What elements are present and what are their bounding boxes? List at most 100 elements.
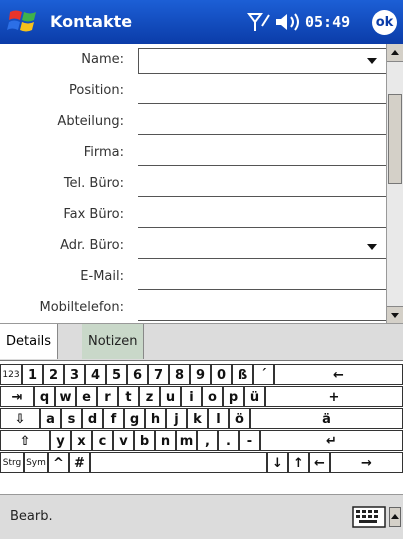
enter-key[interactable]: ↵ xyxy=(260,430,403,451)
key-sharp-s[interactable]: ß xyxy=(232,364,253,385)
key-w[interactable]: w xyxy=(55,386,76,407)
key-f[interactable]: f xyxy=(103,408,124,429)
tab-notes[interactable]: Notizen xyxy=(82,324,145,359)
key-j[interactable]: j xyxy=(166,408,187,429)
key-9[interactable]: 9 xyxy=(190,364,211,385)
shift-key[interactable]: ⇧ xyxy=(0,430,50,451)
key-k[interactable]: k xyxy=(187,408,208,429)
vertical-scrollbar[interactable] xyxy=(386,44,403,324)
scroll-thumb[interactable] xyxy=(388,94,402,184)
work-fax-field[interactable] xyxy=(138,203,389,228)
input-method-selector[interactable] xyxy=(389,507,401,527)
field-label: Fax Büro: xyxy=(63,207,124,222)
key-m[interactable]: m xyxy=(176,430,197,451)
key-period[interactable]: . xyxy=(218,430,239,451)
tab-key[interactable]: ⇥ xyxy=(0,386,34,407)
scroll-up-button[interactable] xyxy=(387,44,403,62)
key-n[interactable]: n xyxy=(155,430,176,451)
keyboard-row-2: ⇥ q w e r t z u i o p ü + xyxy=(0,386,403,408)
key-6[interactable]: 6 xyxy=(127,364,148,385)
key-plus[interactable]: + xyxy=(265,386,403,407)
key-o[interactable]: o xyxy=(202,386,223,407)
field-label: E-Mail: xyxy=(80,269,124,284)
key-z[interactable]: z xyxy=(139,386,160,407)
title-bar: Kontakte 05:49 ok xyxy=(0,0,403,44)
field-label: Tel. Büro: xyxy=(63,176,124,191)
key-7[interactable]: 7 xyxy=(148,364,169,385)
key-hash[interactable]: # xyxy=(69,452,90,473)
start-menu-button[interactable] xyxy=(6,6,42,38)
key-s[interactable]: s xyxy=(61,408,82,429)
space-key[interactable] xyxy=(90,452,267,473)
symbol-key[interactable]: Sym xyxy=(24,452,48,473)
key-h[interactable]: h xyxy=(145,408,166,429)
key-comma[interactable]: , xyxy=(197,430,218,451)
key-r[interactable]: r xyxy=(97,386,118,407)
key-o-umlaut[interactable]: ö xyxy=(229,408,250,429)
key-l[interactable]: l xyxy=(208,408,229,429)
field-label: Name: xyxy=(81,52,124,67)
clock[interactable]: 05:49 xyxy=(305,0,350,44)
keyboard-icon xyxy=(352,506,386,528)
mobile-field[interactable] xyxy=(138,296,389,321)
contact-form: Name: Position: Abteilung: Firma: Tel. B… xyxy=(0,44,390,323)
arrow-up-key[interactable]: ↑ xyxy=(288,452,309,473)
speaker-icon[interactable] xyxy=(274,12,302,32)
numeric-mode-key[interactable]: 123 xyxy=(0,364,22,385)
key-c[interactable]: c xyxy=(92,430,113,451)
arrow-down-key[interactable]: ↓ xyxy=(267,452,288,473)
arrow-left-key[interactable]: ← xyxy=(309,452,330,473)
key-g[interactable]: g xyxy=(124,408,145,429)
tab-details[interactable]: Details xyxy=(0,324,59,359)
connectivity-icon[interactable] xyxy=(247,12,271,32)
key-3[interactable]: 3 xyxy=(64,364,85,385)
key-b[interactable]: b xyxy=(134,430,155,451)
key-caret[interactable]: ^ xyxy=(48,452,69,473)
key-0[interactable]: 0 xyxy=(211,364,232,385)
backspace-key[interactable]: ← xyxy=(274,364,403,385)
keyboard-row-4: ⇧ y x c v b n m , . - ↵ xyxy=(0,430,403,452)
name-field[interactable] xyxy=(138,48,390,74)
key-u[interactable]: u xyxy=(160,386,181,407)
key-p[interactable]: p xyxy=(223,386,244,407)
edit-menu[interactable]: Bearb. xyxy=(10,495,53,539)
scroll-down-button[interactable] xyxy=(387,306,403,324)
key-e[interactable]: e xyxy=(76,386,97,407)
key-i[interactable]: i xyxy=(181,386,202,407)
keyboard-row-1: 123 1 2 3 4 5 6 7 8 9 0 ß ´ ← xyxy=(0,364,403,386)
key-5[interactable]: 5 xyxy=(106,364,127,385)
department-field[interactable] xyxy=(138,110,389,135)
key-8[interactable]: 8 xyxy=(169,364,190,385)
key-acute[interactable]: ´ xyxy=(253,364,274,385)
field-row-company: Firma: xyxy=(0,139,389,170)
chevron-down-icon[interactable] xyxy=(367,58,377,64)
key-minus[interactable]: - xyxy=(239,430,260,451)
field-label: Mobiltelefon: xyxy=(39,300,125,315)
key-y[interactable]: y xyxy=(50,430,71,451)
company-field[interactable] xyxy=(138,141,389,166)
key-a-umlaut[interactable]: ä xyxy=(250,408,403,429)
arrow-right-key[interactable]: → xyxy=(330,452,403,473)
input-panel-button[interactable] xyxy=(352,505,386,529)
caps-lock-key[interactable]: ⇩ xyxy=(0,408,40,429)
tab-strip: Details Notizen xyxy=(0,323,403,360)
email-field[interactable] xyxy=(138,265,389,290)
position-field[interactable] xyxy=(138,79,389,104)
field-label: Adr. Büro: xyxy=(60,238,124,253)
field-row-name: Name: xyxy=(0,46,390,77)
key-d[interactable]: d xyxy=(82,408,103,429)
ctrl-key[interactable]: Strg xyxy=(0,452,24,473)
key-u-umlaut[interactable]: ü xyxy=(244,386,265,407)
work-phone-field[interactable] xyxy=(138,172,389,197)
key-1[interactable]: 1 xyxy=(22,364,43,385)
key-2[interactable]: 2 xyxy=(43,364,64,385)
key-a[interactable]: a xyxy=(40,408,61,429)
key-4[interactable]: 4 xyxy=(85,364,106,385)
key-q[interactable]: q xyxy=(34,386,55,407)
chevron-down-icon[interactable] xyxy=(367,244,377,250)
key-t[interactable]: t xyxy=(118,386,139,407)
ok-button[interactable]: ok xyxy=(372,10,397,35)
key-v[interactable]: v xyxy=(113,430,134,451)
key-x[interactable]: x xyxy=(71,430,92,451)
work-address-field[interactable] xyxy=(138,234,389,259)
